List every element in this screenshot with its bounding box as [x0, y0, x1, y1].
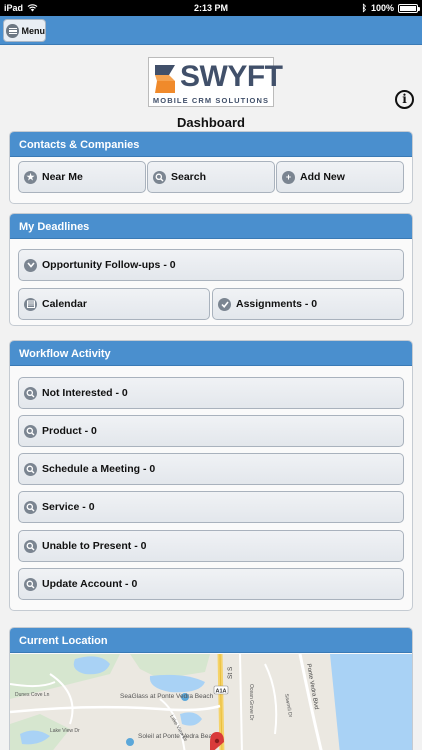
- workflow-item-label: Service - 0: [42, 501, 95, 513]
- add-new-button[interactable]: + Add New: [276, 161, 404, 193]
- deadlines-panel-header: My Deadlines: [10, 214, 412, 239]
- workflow-item-schedule-meeting[interactable]: Schedule a Meeting - 0: [18, 453, 404, 485]
- map-view[interactable]: A1A SeaGlass at Ponte Vedra Beach Soleil…: [10, 654, 412, 750]
- info-icon[interactable]: i: [395, 90, 414, 109]
- workflow-item-label: Unable to Present - 0: [42, 540, 147, 552]
- location-panel-header: Current Location: [10, 628, 412, 653]
- logo-brand: SWYFT: [180, 60, 283, 93]
- workflow-item-label: Not Interested - 0: [42, 387, 128, 399]
- map-canvas: A1A SeaGlass at Ponte Vedra Beach Soleil…: [10, 654, 412, 750]
- workflow-item-product[interactable]: Product - 0: [18, 415, 404, 447]
- workflow-item-label: Update Account - 0: [42, 578, 138, 590]
- map-label-seaglass: SeaGlass at Ponte Vedra Beach: [120, 693, 214, 700]
- search-icon: [153, 170, 166, 184]
- search-icon: [24, 424, 37, 438]
- star-icon: ★: [24, 170, 37, 184]
- near-me-button[interactable]: ★ Near Me: [18, 161, 146, 193]
- search-label: Search: [171, 171, 207, 183]
- bluetooth-icon: ᛒ: [361, 3, 367, 13]
- map-label-st-s: St S: [227, 666, 234, 679]
- workflow-item-not-interested[interactable]: Not Interested - 0: [18, 377, 404, 409]
- workflow-item-label: Product - 0: [42, 425, 97, 437]
- opportunity-followups-label: Opportunity Follow-ups - 0: [42, 259, 176, 271]
- search-button[interactable]: Search: [147, 161, 275, 193]
- menu-button[interactable]: Menu: [3, 19, 46, 42]
- navigation-bar: Menu: [0, 16, 422, 45]
- contacts-panel-header: Contacts & Companies: [10, 132, 412, 157]
- search-icon: [24, 386, 37, 400]
- add-new-label: Add New: [300, 171, 345, 183]
- status-bar: iPad 2:13 PM ᛒ 100%: [0, 0, 422, 16]
- contacts-panel: Contacts & Companies ★ Near Me Search + …: [9, 131, 413, 204]
- search-icon: [24, 577, 37, 591]
- workflow-item-unable-to-present[interactable]: Unable to Present - 0: [18, 530, 404, 562]
- assignments-button[interactable]: Assignments - 0: [212, 288, 404, 320]
- assignments-label: Assignments - 0: [236, 298, 318, 310]
- search-icon: [24, 462, 37, 476]
- search-icon: [24, 539, 37, 553]
- near-me-label: Near Me: [42, 171, 83, 183]
- map-label-a1a: A1A: [215, 689, 226, 695]
- workflow-item-label: Schedule a Meeting - 0: [42, 463, 156, 475]
- calendar-icon: [24, 297, 37, 311]
- checkmark-icon: [218, 297, 231, 311]
- workflow-panel: Workflow Activity Not Interested - 0 Pro…: [9, 340, 413, 611]
- battery-icon: [398, 3, 420, 13]
- search-icon: [24, 500, 37, 514]
- workflow-item-service[interactable]: Service - 0: [18, 491, 404, 523]
- location-panel: Current Location A1A SeaGlass at Ponte V…: [9, 627, 413, 750]
- calendar-label: Calendar: [42, 298, 87, 310]
- chevron-down-icon: [24, 258, 37, 272]
- logo-mark-icon: [155, 65, 175, 93]
- plus-icon: +: [282, 170, 295, 184]
- hamburger-icon: [6, 23, 19, 38]
- swyft-logo: SWYFT MOBILE CRM SOLUTIONS: [148, 57, 283, 107]
- map-label-dunes-cove: Dunes Cove Ln: [15, 692, 50, 698]
- map-label-ocean-grove: Ocean Grove Dr: [248, 684, 254, 721]
- calendar-button[interactable]: Calendar: [18, 288, 210, 320]
- workflow-item-update-account[interactable]: Update Account - 0: [18, 568, 404, 600]
- menu-button-label: Menu: [21, 25, 46, 36]
- workflow-panel-header: Workflow Activity: [10, 341, 412, 366]
- page-title: Dashboard: [177, 115, 245, 130]
- map-label-lake-view-2: Lake View Dr: [50, 728, 80, 734]
- deadlines-panel: My Deadlines Opportunity Follow-ups - 0 …: [9, 213, 413, 326]
- opportunity-followups-button[interactable]: Opportunity Follow-ups - 0: [18, 249, 404, 281]
- battery-percent: 100%: [370, 3, 394, 13]
- clock: 2:13 PM: [193, 3, 228, 13]
- logo-tagline: MOBILE CRM SOLUTIONS: [152, 96, 270, 105]
